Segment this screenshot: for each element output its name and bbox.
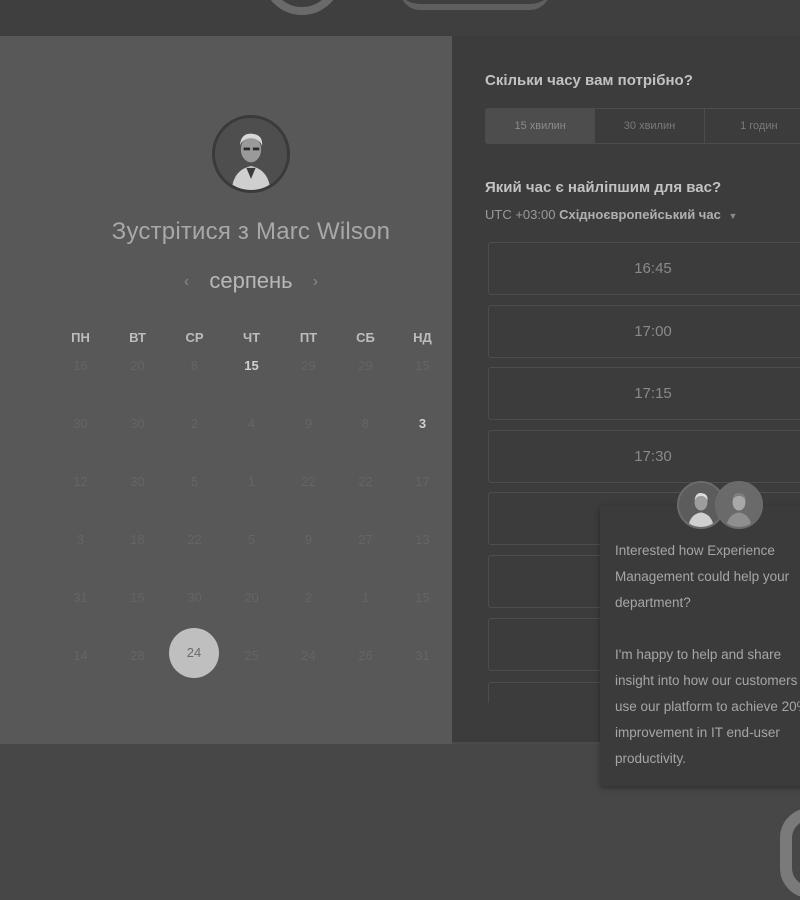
timezone-selector[interactable]: UTC +03:00 Східноєвропейський час ▼ <box>485 207 737 222</box>
calendar-day[interactable]: 24 <box>280 648 337 663</box>
calendar-day[interactable]: 30 <box>109 416 166 431</box>
calendar-day[interactable]: 5 <box>166 474 223 489</box>
calendar-day[interactable]: 16 <box>52 358 109 373</box>
chat-message: Interested how Experience Management cou… <box>615 538 800 798</box>
weekday-header: ПН <box>71 330 90 345</box>
weekday-header: СР <box>185 330 204 345</box>
calendar-day[interactable]: 28 <box>109 648 166 663</box>
time-slot-button[interactable]: 17:15 <box>488 367 800 420</box>
calendar-day[interactable]: 3 <box>52 532 109 547</box>
month-label: серпень <box>209 268 293 293</box>
chat-message-1: Interested how Experience Management cou… <box>615 543 790 610</box>
weekday-header: СБ <box>356 330 375 345</box>
chat-message-2: I'm happy to help and share insight into… <box>615 647 800 766</box>
calendar-day[interactable]: 15 <box>394 358 451 373</box>
calendar-day[interactable]: 17 <box>394 474 451 489</box>
calendar-day[interactable]: 20 <box>109 358 166 373</box>
calendar-day[interactable]: 27 <box>337 532 394 547</box>
weekday-header: ЧТ <box>242 330 261 345</box>
chevron-down-icon: ▼ <box>728 211 738 221</box>
next-month-icon[interactable]: › <box>313 273 318 291</box>
calendar-day[interactable]: 5 <box>223 532 280 547</box>
timezone-name: Східноєвропейський час <box>559 207 721 222</box>
calendar-day[interactable]: 31 <box>52 590 109 605</box>
calendar-day[interactable]: 30 <box>166 590 223 605</box>
top-header <box>0 0 800 36</box>
calendar-day[interactable]: 26 <box>337 648 394 663</box>
duration-option-30[interactable]: 30 хвилин <box>595 109 705 143</box>
calendar-day[interactable]: 13 <box>394 532 451 547</box>
time-question: Який час є найліпшим для вас? <box>485 179 722 196</box>
calendar-day[interactable]: 18 <box>109 532 166 547</box>
calendar-day[interactable]: 29 <box>337 358 394 373</box>
calendar-day[interactable]: 1 <box>223 474 280 489</box>
calendar-day[interactable]: 4 <box>223 416 280 431</box>
time-slot-button[interactable]: 16:45 <box>488 242 800 295</box>
calendar-day[interactable]: 12 <box>52 474 109 489</box>
calendar-day[interactable]: 9 <box>280 416 337 431</box>
duration-option-15[interactable]: 15 хвилин <box>486 109 596 143</box>
host-avatar <box>212 115 290 193</box>
meeting-title: Зустрітися з Marc Wilson <box>111 218 391 245</box>
time-slot-button[interactable]: 17:00 <box>488 305 800 358</box>
duration-option-60[interactable]: 1 годин <box>705 109 800 143</box>
month-navigator: ‹ серпень › <box>0 268 502 294</box>
time-slot-button[interactable]: 17:30 <box>488 430 800 483</box>
calendar-day[interactable]: 2 <box>166 416 223 431</box>
calendar-day[interactable]: 1 <box>337 590 394 605</box>
calendar-day[interactable]: 22 <box>166 532 223 547</box>
calendar-day[interactable]: 15 <box>394 590 451 605</box>
agent-avatar <box>715 481 763 529</box>
calendar-day[interactable]: 29 <box>280 358 337 373</box>
calendar-day[interactable]: 30 <box>109 474 166 489</box>
calendar-day[interactable]: 20 <box>223 590 280 605</box>
calendar-day[interactable]: 2 <box>280 590 337 605</box>
weekday-header: ПТ <box>299 330 318 345</box>
calendar-day-available[interactable]: 3 <box>394 416 451 431</box>
prev-month-icon[interactable]: ‹ <box>184 273 189 291</box>
duration-selector: 15 хвилин 30 хвилин 1 годин <box>485 108 800 144</box>
timezone-offset: UTC +03:00 <box>485 207 556 222</box>
calendar-day[interactable]: 22 <box>337 474 394 489</box>
weekday-header: ВТ <box>129 330 146 345</box>
calendar-day[interactable]: 31 <box>394 648 451 663</box>
logo-wordmark <box>400 0 550 10</box>
calendar-day-available[interactable]: 15 <box>223 358 280 373</box>
calendar-day[interactable]: 9 <box>280 532 337 547</box>
calendar-day[interactable]: 8 <box>166 358 223 373</box>
calendar-day[interactable]: 30 <box>52 416 109 431</box>
calendar-day[interactable]: 8 <box>337 416 394 431</box>
calendar-day[interactable]: 15 <box>109 590 166 605</box>
calendar-day[interactable]: 25 <box>223 648 280 663</box>
weekday-header: НД <box>413 330 432 345</box>
calendar-day-selected[interactable]: 24 <box>169 628 219 678</box>
duration-question: Скільки часу вам потрібно? <box>485 72 693 89</box>
calendar-day[interactable]: 22 <box>280 474 337 489</box>
calendar-day[interactable]: 14 <box>52 648 109 663</box>
